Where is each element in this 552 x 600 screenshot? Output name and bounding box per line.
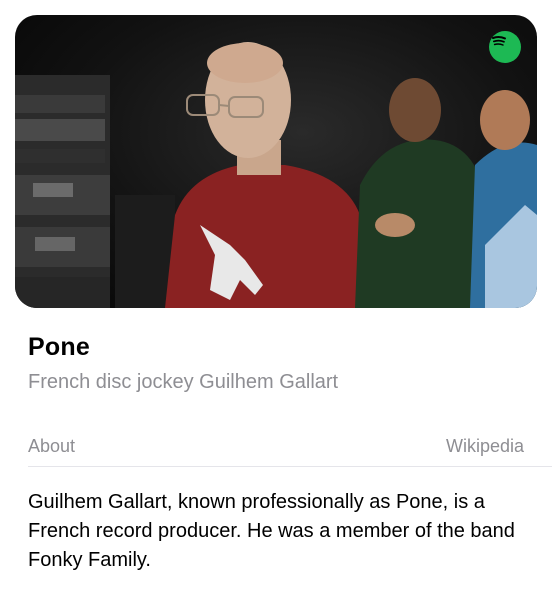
artist-description: French disc jockey Guilhem Gallart <box>28 371 339 393</box>
artist-name: Pone <box>28 333 90 361</box>
about-section-header: About Wikipedia <box>28 433 524 459</box>
photo-illustration <box>15 42 537 308</box>
wikipedia-link[interactable]: Wikipedia <box>446 436 524 457</box>
spotify-icon[interactable] <box>489 31 521 63</box>
about-label: About <box>28 435 76 456</box>
artist-photo[interactable] <box>15 15 537 308</box>
divider <box>28 466 552 467</box>
about-text: Guilhem Gallart, known professionally as… <box>28 491 515 571</box>
